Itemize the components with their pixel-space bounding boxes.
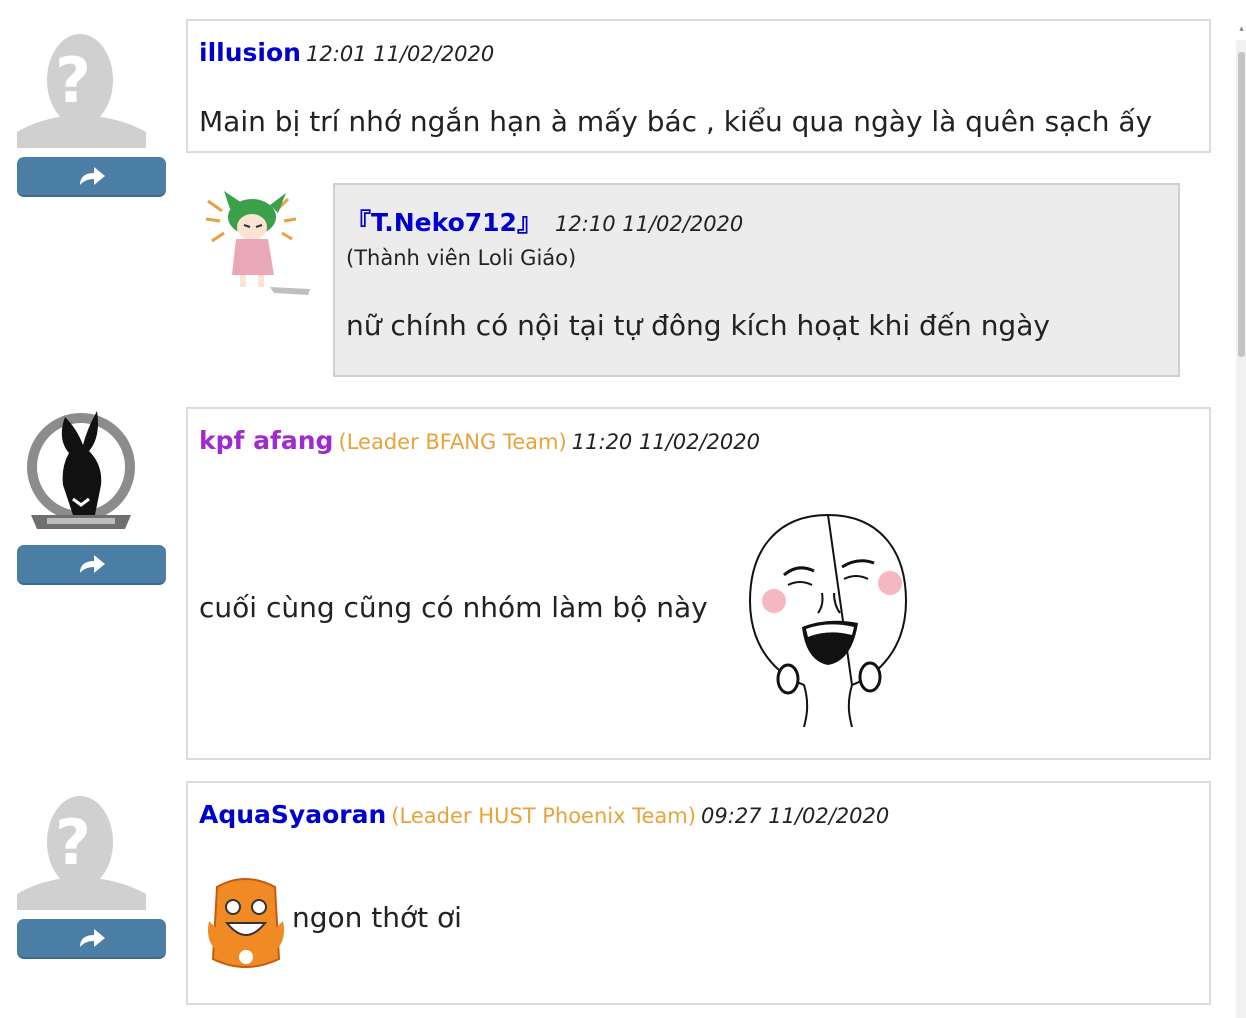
comment-username[interactable]: AquaSyaoran	[199, 800, 386, 829]
bunny-emblem-icon	[17, 405, 145, 535]
comment-content: cuối cùng cũng có nhóm làm bộ này	[199, 591, 708, 624]
team-label: (Leader BFANG Team)	[338, 430, 567, 454]
member-note: (Thành viên Loli Giáo)	[346, 246, 577, 270]
comment-box: AquaSyaoran (Leader HUST Phoenix Team) 0…	[186, 781, 1211, 1005]
share-arrow-icon	[79, 555, 105, 573]
reply-button[interactable]	[17, 157, 166, 197]
share-arrow-icon	[79, 167, 105, 185]
comment-time: 11:20 11/02/2020	[571, 430, 760, 454]
laughing-face-sticker	[748, 509, 908, 729]
comment-content: Main bị trí nhớ ngắn hạn à mấy bác , kiể…	[199, 105, 1153, 138]
orange-onion-sticker	[205, 871, 287, 975]
reply-content: nữ chính có nội tại tự đông kích hoạt kh…	[346, 309, 1050, 342]
reply-time: 12:10 11/02/2020	[555, 212, 744, 236]
share-arrow-icon	[79, 929, 105, 947]
reply-username[interactable]: 『T.Neko712』	[346, 208, 542, 237]
svg-text:?: ?	[55, 44, 91, 117]
comment-username[interactable]: kpf afang	[199, 426, 333, 455]
team-label: (Leader HUST Phoenix Team)	[391, 804, 696, 828]
orange-onion-icon	[208, 878, 284, 968]
comment-time: 09:27 11/02/2020	[701, 804, 890, 828]
comment-box: illusion 12:01 11/02/2020 Main bị trí nh…	[186, 19, 1211, 153]
default-avatar-icon: ?	[17, 20, 146, 148]
anime-cat-girl-icon	[200, 183, 312, 299]
scroll-up-arrow[interactable]: ▴	[1237, 22, 1246, 36]
reply-box: 『T.Neko712』 12:10 11/02/2020 (Thành viên…	[333, 183, 1180, 377]
user-avatar[interactable]: ?	[17, 20, 146, 148]
user-avatar[interactable]	[17, 405, 145, 535]
comment-content: ngon thớt ơi	[292, 901, 462, 934]
comment-box: kpf afang (Leader BFANG Team) 11:20 11/0…	[186, 407, 1211, 760]
user-avatar[interactable]: ?	[17, 782, 146, 910]
laughing-face-icon	[748, 513, 908, 728]
comment-username[interactable]: illusion	[199, 38, 301, 67]
reply-button[interactable]	[17, 919, 166, 959]
default-avatar-icon: ?	[17, 782, 146, 910]
reply-button[interactable]	[17, 545, 166, 585]
reply-avatar[interactable]	[200, 183, 312, 299]
comment-time: 12:01 11/02/2020	[306, 42, 495, 66]
svg-text:?: ?	[55, 806, 91, 879]
scrollbar-thumb[interactable]	[1238, 52, 1245, 357]
